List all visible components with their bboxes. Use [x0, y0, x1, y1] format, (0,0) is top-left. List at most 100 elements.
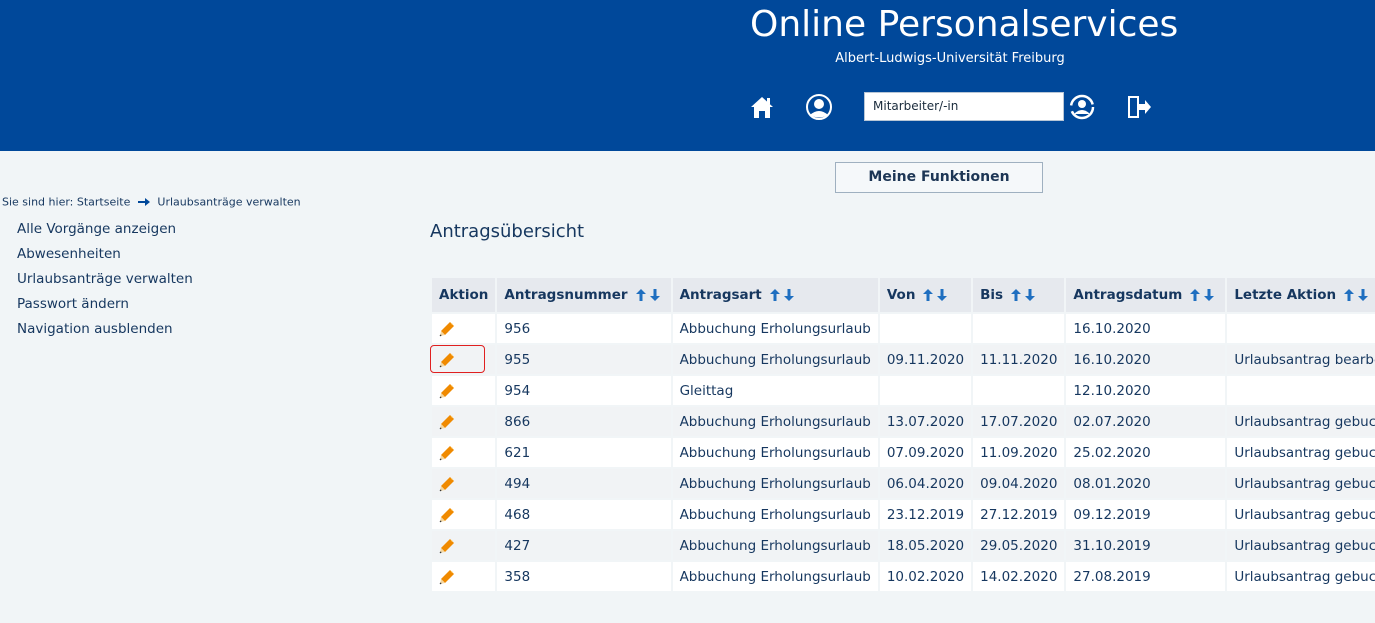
- logout-icon[interactable]: [1125, 93, 1153, 121]
- role-select[interactable]: Mitarbeiter/-in: [864, 92, 1064, 121]
- column-header-von[interactable]: Von: [879, 278, 972, 312]
- cell-antragsdatum: 27.08.2019: [1066, 562, 1226, 591]
- breadcrumb-prefix: Sie sind hier:: [2, 195, 74, 209]
- table-row: 956 Abbuchung Erholungsurlaub 16.10.2020: [432, 314, 1375, 343]
- cell-antragsdatum: 09.12.2019: [1066, 500, 1226, 529]
- cell-antragsdatum: 12.10.2020: [1066, 376, 1226, 405]
- column-header-antragsart[interactable]: Antragsart: [672, 278, 878, 312]
- edit-pencil-icon[interactable]: [439, 476, 455, 492]
- breadcrumb-item-startseite[interactable]: Startseite: [77, 196, 131, 209]
- cell-antragsart: Gleittag: [672, 376, 878, 405]
- sort-descending-icon[interactable]: [783, 289, 794, 301]
- cell-antragsart: Abbuchung Erholungsurlaub: [672, 469, 878, 498]
- table-row: 621 Abbuchung Erholungsurlaub 07.09.2020 11…: [432, 438, 1375, 467]
- cell-aktion: [432, 376, 496, 405]
- cell-aktion: [432, 469, 496, 498]
- cell-antragsart: Abbuchung Erholungsurlaub: [672, 438, 878, 467]
- sort-ascending-icon[interactable]: [1190, 289, 1201, 301]
- table-row: 468 Abbuchung Erholungsurlaub 23.12.2019 27…: [432, 500, 1375, 529]
- sidebar-item-alle-vorgaenge[interactable]: Alle Vorgänge anzeigen: [17, 218, 193, 243]
- cell-antragsart: Abbuchung Erholungsurlaub: [672, 345, 878, 374]
- column-header-bis[interactable]: Bis: [973, 278, 1065, 312]
- sort-controls: [923, 287, 951, 303]
- sort-ascending-icon[interactable]: [769, 289, 780, 301]
- cell-antragsnummer: 468: [497, 500, 671, 529]
- table-row: 866 Abbuchung Erholungsurlaub 13.07.2020 17…: [432, 407, 1375, 436]
- edit-pencil-icon[interactable]: [439, 569, 455, 585]
- sort-descending-icon[interactable]: [937, 289, 948, 301]
- sort-ascending-icon[interactable]: [923, 289, 934, 301]
- edit-pencil-icon[interactable]: [439, 507, 455, 523]
- cell-letzte-aktion: [1227, 376, 1375, 405]
- table-body: 956 Abbuchung Erholungsurlaub 16.10.2020 95…: [430, 314, 1375, 591]
- cell-antragsdatum: 16.10.2020: [1066, 345, 1226, 374]
- table-row: 954 Gleittag 12.10.2020: [432, 376, 1375, 405]
- cell-antragsnummer: 954: [497, 376, 671, 405]
- app-subtitle: Albert-Ludwigs-Universität Freiburg: [835, 51, 1065, 66]
- cell-aktion: [432, 314, 496, 343]
- sort-ascending-icon[interactable]: [1011, 289, 1022, 301]
- switch-role-icon[interactable]: [1068, 93, 1096, 121]
- sort-ascending-icon[interactable]: [635, 289, 646, 301]
- cell-antragsnummer: 358: [497, 562, 671, 591]
- cell-antragsdatum: 08.01.2020: [1066, 469, 1226, 498]
- cell-antragsnummer: 956: [497, 314, 671, 343]
- breadcrumb-item-current: Urlaubsanträge verwalten: [157, 195, 301, 209]
- sidebar-item-abwesenheiten[interactable]: Abwesenheiten: [17, 243, 193, 268]
- meine-funktionen-button[interactable]: Meine Funktionen: [835, 162, 1043, 193]
- cell-aktion: [432, 531, 496, 560]
- column-header-antragsdatum[interactable]: Antragsdatum: [1066, 278, 1226, 312]
- table-row: 494 Abbuchung Erholungsurlaub 06.04.2020 09…: [432, 469, 1375, 498]
- edit-pencil-icon[interactable]: [439, 445, 455, 461]
- sort-descending-icon[interactable]: [649, 289, 660, 301]
- edit-pencil-icon[interactable]: [439, 414, 455, 430]
- sort-descending-icon[interactable]: [1025, 289, 1036, 301]
- sort-controls: [1011, 287, 1039, 303]
- cell-bis: [973, 376, 1065, 405]
- cell-bis: 27.12.2019: [973, 500, 1065, 529]
- cell-von: 23.12.2019: [879, 500, 972, 529]
- cell-letzte-aktion: Urlaubsantrag gebucht: [1227, 407, 1375, 436]
- cell-aktion: [430, 345, 496, 374]
- cell-aktion: [432, 438, 496, 467]
- cell-bis: 09.04.2020: [973, 469, 1065, 498]
- cell-antragsdatum: 16.10.2020: [1066, 314, 1226, 343]
- cell-letzte-aktion: Urlaubsantrag bearbeitet: [1227, 345, 1375, 374]
- arrow-right-icon: [137, 198, 150, 206]
- edit-pencil-icon[interactable]: [439, 321, 455, 337]
- cell-von: 18.05.2020: [879, 531, 972, 560]
- cell-von: 06.04.2020: [879, 469, 972, 498]
- cell-antragsart: Abbuchung Erholungsurlaub: [672, 314, 878, 343]
- sort-ascending-icon[interactable]: [1344, 289, 1355, 301]
- cell-letzte-aktion: Urlaubsantrag gebucht: [1227, 562, 1375, 591]
- sidebar-item-navigation-ausblenden[interactable]: Navigation ausblenden: [17, 318, 193, 343]
- cell-antragsart: Abbuchung Erholungsurlaub: [672, 407, 878, 436]
- cell-antragsdatum: 02.07.2020: [1066, 407, 1226, 436]
- column-header-letzte-aktion[interactable]: Letzte Aktion: [1227, 278, 1375, 312]
- user-profile-icon[interactable]: [805, 93, 833, 121]
- edit-pencil-icon[interactable]: [439, 538, 455, 554]
- cell-von: 13.07.2020: [879, 407, 972, 436]
- cell-aktion: [432, 500, 496, 529]
- edit-pencil-icon[interactable]: [439, 352, 455, 368]
- cell-antragsdatum: 31.10.2019: [1066, 531, 1226, 560]
- sort-controls: [1344, 287, 1372, 303]
- sort-descending-icon[interactable]: [1204, 289, 1215, 301]
- cell-bis: 11.11.2020: [973, 345, 1065, 374]
- sidebar-item-urlaubsantraege[interactable]: Urlaubsanträge verwalten: [17, 268, 193, 293]
- page-title: Antragsübersicht: [430, 221, 585, 242]
- home-icon[interactable]: [748, 93, 776, 121]
- sidebar-item-passwort[interactable]: Passwort ändern: [17, 293, 193, 318]
- sort-controls: [769, 287, 798, 303]
- cell-letzte-aktion: Urlaubsantrag gebucht: [1227, 500, 1375, 529]
- cell-antragsnummer: 955: [497, 345, 671, 374]
- cell-antragsart: Abbuchung Erholungsurlaub: [672, 500, 878, 529]
- breadcrumb: Sie sind hier: Startseite Urlaubsanträge…: [2, 195, 301, 209]
- sort-descending-icon[interactable]: [1358, 289, 1369, 301]
- cell-antragsart: Abbuchung Erholungsurlaub: [672, 531, 878, 560]
- edit-pencil-icon[interactable]: [439, 383, 455, 399]
- table-row: 358 Abbuchung Erholungsurlaub 10.02.2020 14…: [432, 562, 1375, 591]
- column-header-antragsnummer[interactable]: Antragsnummer: [497, 278, 671, 312]
- sort-controls: [1190, 287, 1218, 303]
- cell-aktion: [432, 407, 496, 436]
